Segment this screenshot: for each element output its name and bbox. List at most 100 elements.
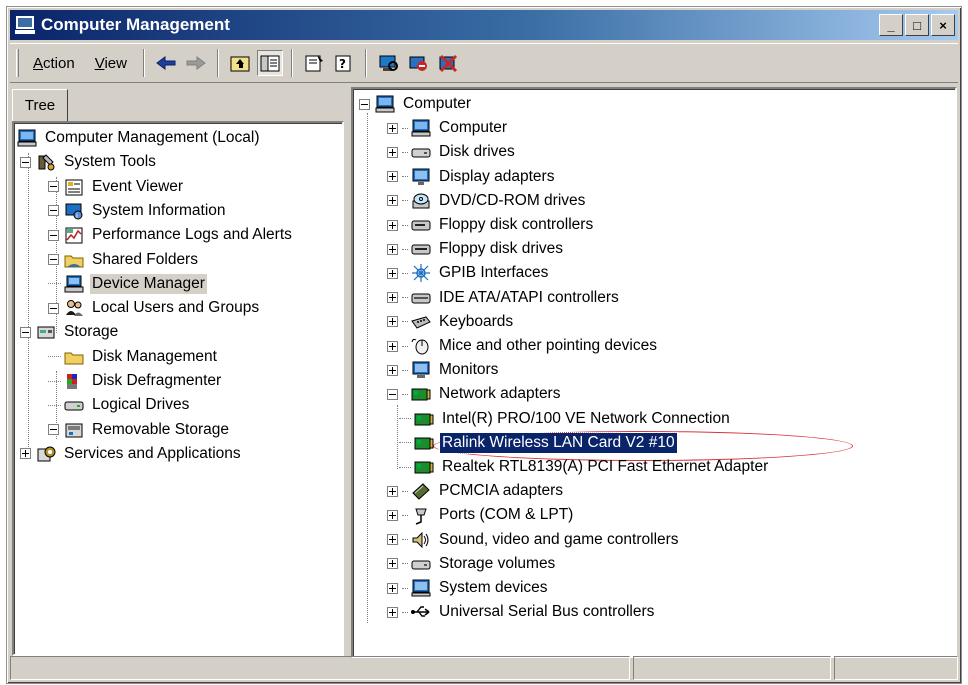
collapse-toggle[interactable] (48, 205, 59, 217)
pcmcia-icon (412, 483, 430, 500)
tree-item-system-information[interactable]: i System Information (48, 200, 228, 222)
tree-item-label: Local Users and Groups (92, 299, 260, 317)
expand-toggle[interactable] (387, 606, 398, 618)
device-item-realtek-rtl8139-a-pci-fast-ethernet-adapter[interactable]: Realtek RTL8139(A) PCI Fast Ethernet Ada… (399, 456, 770, 478)
tree-connector (402, 539, 408, 541)
tree-item-logical-drives[interactable]: Logical Drives (48, 394, 191, 416)
device-item-ralink-wireless-lan-card-v2-10[interactable]: Ralink Wireless LAN Card V2 #10 (399, 431, 678, 454)
expand-toggle[interactable] (387, 243, 398, 255)
device-item-floppy-disk-drives[interactable]: Floppy disk drives (387, 238, 565, 260)
expand-toggle[interactable] (387, 582, 398, 594)
tree-item-system-tools[interactable]: System Tools (20, 151, 158, 173)
scan-hardware-button[interactable] (375, 50, 401, 76)
gpib-icon (412, 264, 430, 283)
properties-button[interactable] (301, 50, 327, 76)
device-item-mice-and-other-pointing-devices[interactable]: Mice and other pointing devices (387, 335, 659, 357)
tree-item-label: Removable Storage (92, 420, 229, 438)
expand-toggle[interactable] (387, 292, 398, 304)
title-bar[interactable]: Computer Management _ □ × (10, 10, 958, 40)
mouse-icon (411, 338, 429, 355)
tab-tree[interactable]: Tree (12, 89, 68, 121)
console-tree-pane: Tree Computer Management (Local) System T… (10, 87, 346, 658)
expand-toggle[interactable] (387, 146, 398, 158)
expand-toggle[interactable] (387, 267, 398, 279)
expand-toggle[interactable] (387, 558, 398, 570)
help-button[interactable]: ? (331, 50, 357, 76)
minimize-button[interactable]: _ (879, 14, 903, 36)
expand-toggle[interactable] (387, 534, 398, 546)
device-item-universal-serial-bus-controllers[interactable]: Universal Serial Bus controllers (387, 601, 656, 623)
toolbar-grip[interactable] (16, 49, 19, 77)
device-item-disk-drives[interactable]: Disk drives (387, 141, 517, 163)
tree-item-label: Floppy disk drives (439, 240, 564, 258)
collapse-toggle[interactable] (48, 181, 59, 193)
tree-item-device-manager[interactable]: Device Manager (48, 273, 207, 295)
port-icon (415, 508, 427, 526)
floppy-drive-icon (411, 244, 431, 255)
tree-item-label: Monitors (439, 361, 499, 379)
tree-connector (402, 611, 408, 613)
tree-connector (402, 490, 408, 492)
expand-toggle[interactable] (387, 195, 398, 207)
expand-toggle[interactable] (387, 364, 398, 376)
ide-controller-icon (411, 293, 431, 304)
collapse-toggle[interactable] (359, 98, 370, 110)
device-item-network-adapters[interactable]: Network adapters (387, 383, 562, 405)
collapse-toggle[interactable] (48, 424, 59, 436)
collapse-toggle[interactable] (20, 326, 31, 338)
device-item-display-adapters[interactable]: Display adapters (387, 166, 556, 188)
device-item-keyboards[interactable]: Keyboards (387, 311, 515, 333)
device-item-monitors[interactable]: Monitors (387, 359, 500, 381)
collapse-toggle[interactable] (48, 229, 59, 241)
expand-toggle[interactable] (387, 122, 398, 134)
tree-item-disk-management[interactable]: Disk Management (48, 346, 219, 368)
tree-item-local-users-and-groups[interactable]: Local Users and Groups (48, 297, 261, 319)
device-item-computer[interactable]: Computer (387, 117, 509, 139)
expand-toggle[interactable] (387, 171, 398, 183)
tree-item-disk-defragmenter[interactable]: Disk Defragmenter (48, 370, 223, 392)
expand-toggle[interactable] (387, 485, 398, 497)
back-button[interactable] (153, 50, 179, 76)
close-button[interactable]: × (931, 14, 955, 36)
tree-item-label: Computer (439, 119, 508, 137)
forward-button[interactable] (183, 50, 209, 76)
uninstall-device-button[interactable] (435, 50, 461, 76)
expand-toggle[interactable] (387, 340, 398, 352)
device-item-gpib-interfaces[interactable]: GPIB Interfaces (387, 262, 550, 284)
tree-item-services-and-applications[interactable]: Services and Applications (20, 443, 243, 465)
device-item-system-devices[interactable]: System devices (387, 577, 550, 599)
device-item-floppy-disk-controllers[interactable]: Floppy disk controllers (387, 214, 595, 236)
expand-toggle[interactable] (20, 448, 31, 460)
device-item-sound-video-and-game-controllers[interactable]: Sound, video and game controllers (387, 529, 681, 551)
collapse-toggle[interactable] (48, 254, 59, 265)
disable-device-button[interactable] (405, 50, 431, 76)
tree-item-label: Network adapters (439, 385, 561, 403)
tree-item-event-viewer[interactable]: Event Viewer (48, 176, 185, 198)
up-level-button[interactable] (227, 50, 253, 76)
expand-toggle[interactable] (387, 316, 398, 328)
tree-item-shared-folders[interactable]: Shared Folders (48, 249, 200, 271)
device-item-dvd-cd-rom-drives[interactable]: DVD/CD-ROM drives (387, 190, 587, 212)
device-item-intel-r-pro-100-ve-network-connection[interactable]: Intel(R) PRO/100 VE Network Connection (399, 408, 732, 430)
performance-icon (65, 227, 83, 244)
expand-toggle[interactable] (387, 219, 398, 231)
maximize-button[interactable]: □ (905, 14, 929, 36)
device-item-pcmcia-adapters[interactable]: PCMCIA adapters (387, 480, 565, 502)
collapse-toggle[interactable] (387, 388, 398, 400)
collapse-toggle[interactable] (20, 156, 31, 168)
view-menu[interactable]: View (85, 55, 137, 72)
expand-toggle[interactable] (387, 509, 398, 521)
device-item-ports-com-lpt[interactable]: Ports (COM & LPT) (387, 504, 575, 526)
collapse-toggle[interactable] (48, 302, 59, 314)
tree-item-label: Universal Serial Bus controllers (439, 603, 655, 621)
show-hide-tree-button[interactable] (256, 50, 283, 76)
tree-item-removable-storage[interactable]: Removable Storage (48, 419, 231, 441)
action-menu[interactable]: Action (23, 55, 85, 72)
tree-item-computer-management-local[interactable]: Computer Management (Local) (16, 127, 262, 149)
tree-item-performance-logs-and-alerts[interactable]: Performance Logs and Alerts (48, 224, 294, 246)
network-card-icon (414, 437, 434, 450)
device-tree-root[interactable]: Computer (359, 93, 473, 115)
tree-item-storage[interactable]: Storage (20, 321, 120, 343)
device-item-ide-ata-atapi-controllers[interactable]: IDE ATA/ATAPI controllers (387, 287, 621, 309)
device-item-storage-volumes[interactable]: Storage volumes (387, 553, 557, 575)
